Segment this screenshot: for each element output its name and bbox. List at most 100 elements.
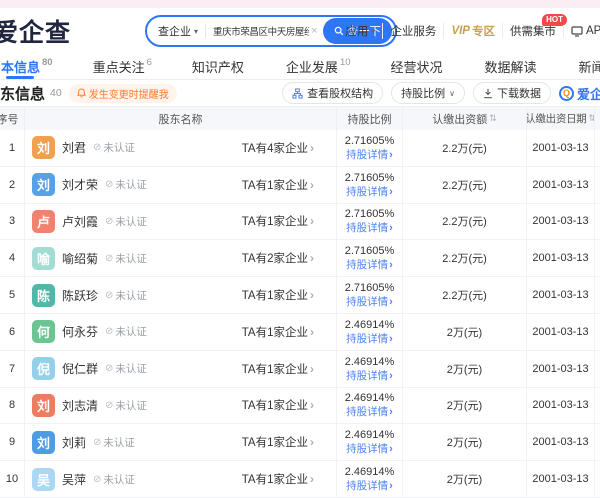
holding-detail-link[interactable]: 持股详情 ›	[346, 369, 393, 383]
shareholder-name-link[interactable]: 刘志清	[62, 397, 98, 414]
ratio-cell: 2.71605% 持股详情 ›	[337, 204, 403, 240]
shareholder-name-link[interactable]: 卢刘霞	[62, 213, 98, 230]
holding-detail-link[interactable]: 持股详情 ›	[346, 258, 393, 272]
related-companies-link[interactable]: TA有1家企业 ›	[242, 324, 314, 340]
unverified-badge: ⊘ 未认证	[105, 251, 147, 266]
search-category-dropdown[interactable]: 查企业 ▾	[158, 23, 198, 39]
tab-news[interactable]: 新闻资讯	[579, 54, 600, 79]
unverified-label: 未认证	[115, 288, 147, 303]
shareholder-name-link[interactable]: 刘君	[62, 139, 86, 156]
ratio-value: 2.46914%	[345, 355, 395, 369]
section-header: 东信息 40 发生变更时提醒我 查看股权结构 持股比例 ∨ 下载数据 Q 爱企查	[0, 80, 600, 106]
aiqicha-logo[interactable]: 爱企查	[0, 13, 71, 49]
related-companies-link[interactable]: TA有1家企业 ›	[242, 434, 314, 450]
ratio-cell: 2.46914% 持股详情 ›	[337, 424, 403, 460]
related-companies-link[interactable]: TA有1家企业 ›	[242, 361, 314, 377]
nav-apps[interactable]: 应用 ▾	[338, 23, 382, 39]
tab-intellectual-property[interactable]: 知识产权	[192, 54, 246, 79]
related-companies-link[interactable]: TA有1家企业 ›	[242, 471, 314, 487]
avatar: 刘	[32, 394, 55, 417]
related-companies-link[interactable]: TA有2家企业 ›	[242, 250, 314, 266]
related-companies-link[interactable]: TA有1家企业 ›	[242, 397, 314, 413]
tab-company-development[interactable]: 企业发展10	[286, 54, 351, 79]
related-companies-link[interactable]: TA有1家企业 ›	[242, 177, 314, 193]
tab-basic-info[interactable]: 本信息80	[1, 54, 53, 79]
aiqicha-watermark: Q 爱企查	[559, 84, 600, 103]
nav-supply-market[interactable]: 供需集市 HOT	[502, 23, 563, 39]
tab-label: 企业发展	[286, 57, 338, 76]
shareholder-identity: 何 何永芬 ⊘ 未认证	[32, 320, 147, 343]
nav-vip-zone[interactable]: VIP 专区	[443, 23, 502, 39]
download-data-button[interactable]: 下载数据	[473, 82, 551, 104]
ratio-cell: 2.46914% 持股详情 ›	[337, 461, 403, 497]
shareholder-name-link[interactable]: 何永芬	[62, 323, 98, 340]
sort-icon[interactable]: ⇅	[588, 113, 595, 124]
row-index: 1	[0, 130, 25, 166]
chevron-right-icon: ›	[389, 295, 393, 309]
amount-cell: 2万(元)	[403, 424, 527, 460]
ratio-value: 2.46914%	[345, 391, 395, 405]
table-row: 6 何 何永芬 ⊘ 未认证 TA有1家企业 › 2.46914% 持股详情 › …	[0, 314, 600, 351]
tab-data-interpretation[interactable]: 数据解读	[485, 54, 539, 79]
table-row: 5 陈 陈跃珍 ⊘ 未认证 TA有1家企业 › 2.71605% 持股详情 › …	[0, 277, 600, 314]
holding-detail-link[interactable]: 持股详情 ›	[346, 479, 393, 493]
holding-detail-link[interactable]: 持股详情 ›	[346, 405, 393, 419]
chevron-right-icon: ›	[389, 442, 393, 456]
holding-detail-link[interactable]: 持股详情 ›	[346, 221, 393, 235]
view-equity-structure-button[interactable]: 查看股权结构	[282, 82, 383, 104]
related-companies-link[interactable]: TA有1家企业 ›	[242, 287, 314, 303]
row-index: 8	[0, 388, 25, 424]
table-row: 9 刘 刘莉 ⊘ 未认证 TA有1家企业 › 2.46914% 持股详情 › 2…	[0, 424, 600, 461]
clear-icon[interactable]: ×	[311, 25, 317, 37]
holding-detail-link[interactable]: 持股详情 ›	[346, 332, 393, 346]
monitor-icon	[571, 26, 583, 37]
holding-detail-link[interactable]: 持股详情 ›	[346, 185, 393, 199]
tab-operating-status[interactable]: 经营状况	[391, 54, 445, 79]
unverified-badge: ⊘ 未认证	[93, 140, 135, 155]
sort-icon[interactable]: ⇅	[489, 113, 497, 124]
shareholder-cell: 陈 陈跃珍 ⊘ 未认证 TA有1家企业 ›	[25, 277, 337, 313]
related-companies-link[interactable]: TA有4家企业 ›	[242, 140, 314, 156]
change-notify-badge[interactable]: 发生变更时提醒我	[69, 84, 177, 103]
shareholder-name-link[interactable]: 喻绍菊	[62, 250, 98, 267]
chevron-down-icon: ∨	[449, 89, 455, 98]
nav-app-download[interactable]: APP	[563, 25, 600, 37]
date-cell: 2001-03-13	[527, 277, 595, 313]
circle-slash-icon: ⊘	[93, 437, 101, 448]
search-input[interactable]	[213, 26, 309, 37]
date-cell: 2001-03-13	[527, 351, 595, 387]
ratio-filter-dropdown[interactable]: 持股比例 ∨	[391, 82, 465, 104]
nav-enterprise-services[interactable]: 企业服务	[382, 23, 443, 39]
org-chart-icon	[292, 88, 303, 99]
chevron-right-icon: ›	[389, 258, 393, 272]
shareholder-cell: 倪 倪仁群 ⊘ 未认证 TA有1家企业 ›	[25, 351, 337, 387]
shareholder-name-link[interactable]: 陈跃珍	[62, 287, 98, 304]
related-companies-link[interactable]: TA有1家企业 ›	[242, 213, 314, 229]
tab-count: 6	[147, 57, 152, 68]
promo-strip	[0, 0, 600, 8]
col-subscribed-amount: 认缴出资额⇅	[403, 107, 527, 130]
row-index: 4	[0, 240, 25, 276]
shareholder-name-link[interactable]: 刘才荣	[62, 176, 98, 193]
shareholder-identity: 陈 陈跃珍 ⊘ 未认证	[32, 284, 147, 307]
shareholder-name-link[interactable]: 倪仁群	[62, 360, 98, 377]
amount-cell: 2万(元)	[403, 314, 527, 350]
divider	[205, 24, 206, 38]
holding-detail-link[interactable]: 持股详情 ›	[346, 148, 393, 162]
chevron-right-icon: ›	[310, 251, 314, 265]
row-index: 7	[0, 351, 25, 387]
date-cell: 2001-03-13	[527, 424, 595, 460]
holding-detail-link[interactable]: 持股详情 ›	[346, 295, 393, 309]
unverified-badge: ⊘ 未认证	[93, 435, 135, 450]
shareholder-name-link[interactable]: 吴萍	[62, 471, 86, 488]
circle-slash-icon: ⊘	[93, 474, 101, 485]
holding-detail-link[interactable]: 持股详情 ›	[346, 442, 393, 456]
ratio-value: 2.71605%	[345, 134, 395, 148]
search-category-label: 查企业	[158, 23, 191, 39]
shareholder-name-link[interactable]: 刘莉	[62, 434, 86, 451]
row-index: 5	[0, 277, 25, 313]
circle-slash-icon: ⊘	[105, 363, 113, 374]
shareholder-cell: 吴 吴萍 ⊘ 未认证 TA有1家企业 ›	[25, 461, 337, 497]
avatar: 卢	[32, 210, 55, 233]
tab-key-focus[interactable]: 重点关注6	[93, 54, 152, 79]
